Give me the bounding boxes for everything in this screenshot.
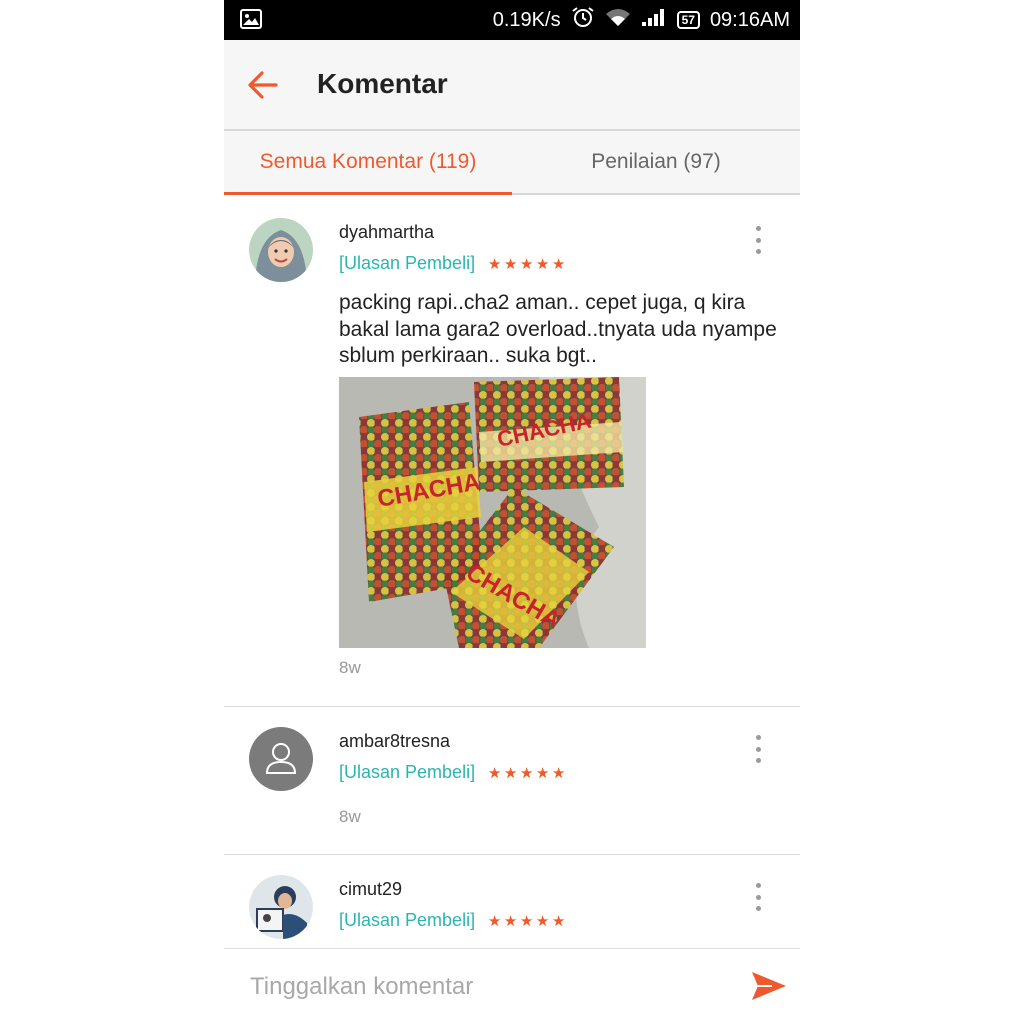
buyer-review-tag: [Ulasan Pembeli] xyxy=(339,762,476,782)
send-icon[interactable] xyxy=(750,969,788,1003)
comment-text: packing rapi..cha2 aman.. cepet juga, q … xyxy=(339,291,777,367)
username[interactable]: ambar8tresna xyxy=(339,731,450,752)
star-icon: ★ xyxy=(535,764,550,782)
comment-composer xyxy=(224,948,800,1024)
star-icon: ★ xyxy=(487,764,502,782)
signal-icon xyxy=(641,7,667,33)
star-icon: ★ xyxy=(551,764,566,782)
star-icon: ★ xyxy=(535,912,550,930)
avatar[interactable] xyxy=(249,875,313,939)
star-icon: ★ xyxy=(519,912,534,930)
comment-time: 8w xyxy=(339,658,361,677)
review-photo[interactable]: CHACHA CHACHA CHACHA xyxy=(339,377,646,648)
avatar[interactable] xyxy=(249,218,313,282)
star-icon: ★ xyxy=(487,255,502,273)
comment-input[interactable] xyxy=(248,967,722,1007)
star-icon: ★ xyxy=(551,912,566,930)
star-icon: ★ xyxy=(551,255,566,273)
buyer-review-tag: [Ulasan Pembeli] xyxy=(339,910,476,930)
comment-time: 8w xyxy=(339,807,361,826)
phone-screen: 0.19K/s 57 09:16AM Komentar Semua Koment… xyxy=(224,0,800,1024)
status-bar: 0.19K/s 57 09:16AM xyxy=(224,0,800,40)
app-bar: Komentar xyxy=(224,40,800,131)
more-options-icon[interactable] xyxy=(752,735,764,763)
gallery-notification-icon xyxy=(240,9,262,34)
buyer-review-tag: [Ulasan Pembeli] xyxy=(339,253,476,273)
star-icon: ★ xyxy=(503,764,518,782)
tab-ratings-label: Penilaian (97) xyxy=(591,150,721,173)
comment-item: ambar8tresna [Ulasan Pembeli] ★ ★ ★ ★ ★ … xyxy=(224,707,800,855)
battery-icon: 57 xyxy=(676,11,700,29)
comment-item: cimut29 [Ulasan Pembeli] ★ ★ ★ ★ ★ xyxy=(224,855,800,955)
star-rating: ★ ★ ★ ★ ★ xyxy=(487,912,566,930)
star-rating: ★ ★ ★ ★ ★ xyxy=(487,764,566,782)
clock-time: 09:16AM xyxy=(709,8,790,31)
page-title: Komentar xyxy=(317,68,448,99)
comment-item: dyahmartha [Ulasan Pembeli] ★ ★ ★ ★ ★ pa… xyxy=(224,198,800,707)
tab-ratings[interactable]: Penilaian (97) xyxy=(512,131,800,193)
active-tab-indicator xyxy=(224,192,512,195)
tab-all-comments-label: Semua Komentar (119) xyxy=(259,150,477,173)
star-icon: ★ xyxy=(503,255,518,273)
alarm-icon xyxy=(571,6,595,34)
tab-bar: Semua Komentar (119) Penilaian (97) xyxy=(224,131,800,195)
username[interactable]: cimut29 xyxy=(339,879,402,900)
back-arrow-icon[interactable] xyxy=(246,68,280,102)
star-icon: ★ xyxy=(519,255,534,273)
star-rating: ★ ★ ★ ★ ★ xyxy=(487,255,566,273)
star-icon: ★ xyxy=(487,912,502,930)
more-options-icon[interactable] xyxy=(752,883,764,911)
tab-all-comments[interactable]: Semua Komentar (119) xyxy=(224,131,512,193)
username[interactable]: dyahmartha xyxy=(339,222,434,243)
more-options-icon[interactable] xyxy=(752,226,764,254)
star-icon: ★ xyxy=(519,764,534,782)
star-icon: ★ xyxy=(535,255,550,273)
network-speed: 0.19K/s xyxy=(492,8,561,31)
wifi-icon xyxy=(605,7,631,33)
default-avatar-icon[interactable] xyxy=(249,727,313,791)
star-icon: ★ xyxy=(503,912,518,930)
